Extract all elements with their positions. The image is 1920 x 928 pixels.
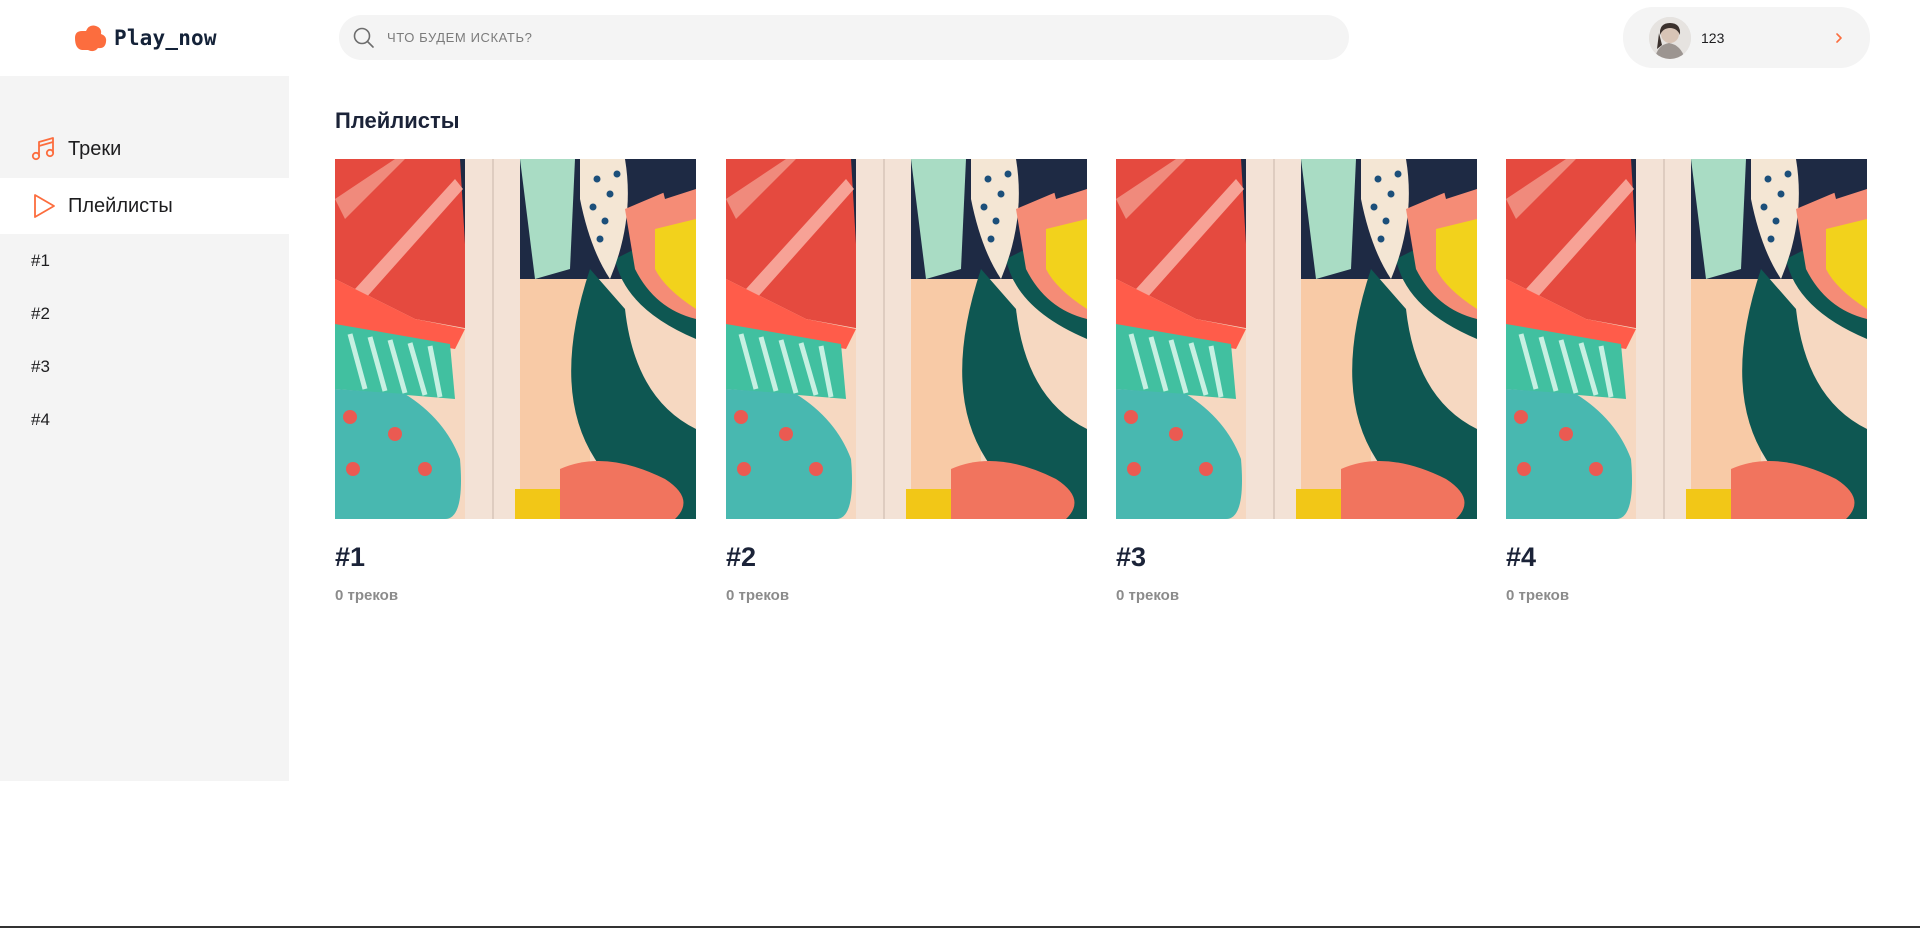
user-menu[interactable]: 123 bbox=[1623, 7, 1870, 68]
sidebar-item-label: Плейлисты bbox=[68, 194, 173, 217]
avatar bbox=[1649, 16, 1691, 59]
sidebar-item-label: Треки bbox=[68, 137, 122, 160]
sidebar: Треки Плейлисты #1 #2 #3 #4 bbox=[0, 76, 289, 781]
app-page: Play_now 123 bbox=[0, 0, 1920, 928]
playlist-cover-image bbox=[726, 159, 1087, 519]
search-icon bbox=[353, 27, 374, 48]
playlist-card[interactable]: #4 0 треков bbox=[1506, 159, 1867, 604]
playlist-track-count: 0 треков bbox=[335, 587, 399, 604]
playlist-card[interactable]: #3 0 треков bbox=[1116, 159, 1477, 604]
playlist-cover-image bbox=[1116, 159, 1477, 519]
logo-icon bbox=[75, 25, 107, 52]
playlist-cover-image bbox=[335, 159, 696, 519]
logo[interactable]: Play_now bbox=[72, 22, 217, 54]
playlist-track-count: 0 треков bbox=[726, 587, 790, 604]
playlist-title: #2 bbox=[726, 542, 757, 572]
sidebar-item-playlists[interactable]: Плейлисты bbox=[0, 178, 289, 234]
search-input[interactable] bbox=[385, 15, 1349, 60]
chevron-right-icon bbox=[1836, 32, 1842, 43]
sidebar-item-tracks[interactable]: Треки bbox=[0, 121, 289, 177]
search-bar[interactable] bbox=[339, 15, 1349, 60]
sidebar-playlist-1[interactable]: #1 bbox=[31, 251, 50, 271]
sidebar-playlist-2[interactable]: #2 bbox=[31, 304, 50, 324]
playlist-title: #4 bbox=[1506, 542, 1537, 572]
playlist-card[interactable]: #2 0 треков bbox=[726, 159, 1087, 604]
music-note-icon bbox=[31, 137, 55, 161]
header: Play_now 123 bbox=[0, 0, 1920, 76]
logo-text: Play_now bbox=[114, 26, 217, 50]
sidebar-playlist-3[interactable]: #3 bbox=[31, 357, 50, 377]
playlist-cover-image bbox=[1506, 159, 1867, 519]
playlist-track-count: 0 треков bbox=[1116, 587, 1180, 604]
playlist-title: #3 bbox=[1116, 542, 1147, 572]
user-name: 123 bbox=[1701, 29, 1725, 46]
playlist-title: #1 bbox=[335, 542, 366, 572]
page-title: Плейлисты bbox=[335, 108, 460, 133]
sidebar-playlist-4[interactable]: #4 bbox=[31, 410, 50, 430]
playlist-card[interactable]: #1 0 треков bbox=[335, 159, 696, 604]
play-icon bbox=[34, 194, 55, 218]
playlist-track-count: 0 треков bbox=[1506, 587, 1570, 604]
